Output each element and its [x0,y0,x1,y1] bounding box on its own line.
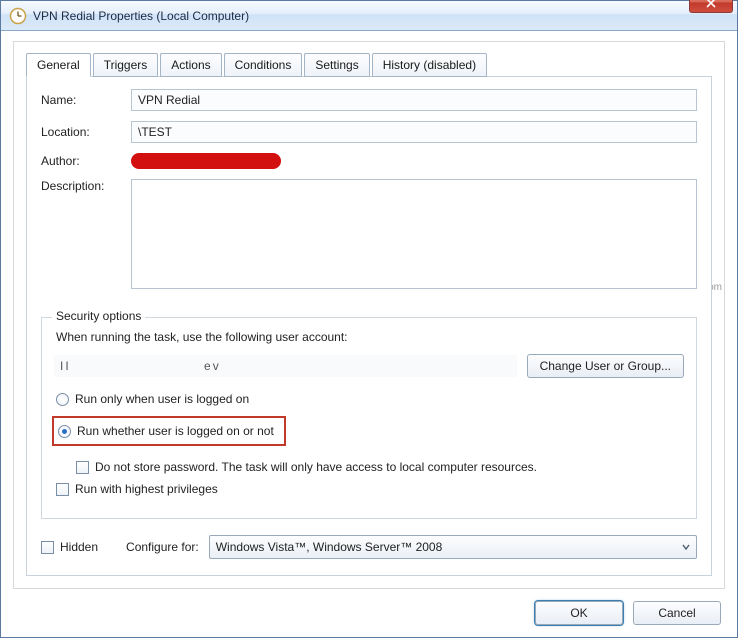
client-area: General Triggers Actions Conditions Sett… [1,31,737,637]
security-prompt: When running the task, use the following… [56,330,684,344]
location-input [131,121,697,143]
cancel-button[interactable]: Cancel [633,601,721,625]
configure-for-dropdown[interactable]: Windows Vista™, Windows Server™ 2008 [209,535,697,559]
ok-button[interactable]: OK [535,601,623,625]
radio-run-whether[interactable]: Run whether user is logged on or not [58,424,274,438]
radio-icon [58,425,71,438]
check-no-store-password[interactable]: Do not store password. The task will onl… [76,460,684,474]
radio-run-logged-on[interactable]: Run only when user is logged on [56,392,684,406]
location-label: Location: [41,125,131,139]
description-input[interactable] [131,179,697,289]
account-row: Change User or Group... [54,354,684,378]
dialog-window: VPN Redial Properties (Local Computer) G… [0,0,738,638]
check-highest-privileges[interactable]: Run with highest privileges [56,482,684,496]
tab-triggers[interactable]: Triggers [93,53,159,77]
dialog-buttons: OK Cancel [13,589,725,625]
security-legend: Security options [52,309,145,323]
check-hidden[interactable]: Hidden [41,540,98,554]
tab-actions[interactable]: Actions [160,53,221,77]
row-location: Location: [41,121,697,143]
name-input[interactable] [131,89,697,111]
highlight-run-whether: Run whether user is logged on or not [52,416,286,446]
tab-body-general: Name: Location: Author: Description: Sec [26,76,712,576]
hidden-label: Hidden [60,540,98,554]
close-button[interactable] [689,0,733,13]
author-label: Author: [41,154,131,168]
radio-icon [56,393,69,406]
radio-label-logged-on: Run only when user is logged on [75,392,249,406]
tab-settings[interactable]: Settings [304,53,369,77]
row-name: Name: [41,89,697,111]
security-options-group: Security options When running the task, … [41,317,697,519]
checkbox-icon [76,461,89,474]
configure-for-label: Configure for: [126,540,199,554]
row-author: Author: [41,153,697,169]
tab-general[interactable]: General [26,53,91,77]
tab-strip: General Triggers Actions Conditions Sett… [26,53,712,77]
tab-history[interactable]: History (disabled) [372,53,487,77]
titlebar: VPN Redial Properties (Local Computer) [1,1,737,31]
name-label: Name: [41,93,131,107]
checkbox-icon [41,541,54,554]
window-title: VPN Redial Properties (Local Computer) [33,9,689,23]
bottom-row: Hidden Configure for: Windows Vista™, Wi… [41,535,697,559]
no-store-password-label: Do not store password. The task will onl… [95,460,537,474]
radio-label-whether: Run whether user is logged on or not [77,424,274,438]
highest-privileges-label: Run with highest privileges [75,482,218,496]
change-user-button[interactable]: Change User or Group... [527,354,684,378]
content-frame: General Triggers Actions Conditions Sett… [13,41,725,589]
tab-conditions[interactable]: Conditions [224,53,303,77]
checkbox-icon [56,483,69,496]
row-description: Description: [41,179,697,289]
clock-icon [9,7,27,25]
configure-for-value: Windows Vista™, Windows Server™ 2008 [216,540,443,554]
close-icon [706,0,716,8]
author-redacted [131,153,281,169]
description-label: Description: [41,179,131,193]
chevron-down-icon [682,543,690,551]
account-display [54,355,517,377]
